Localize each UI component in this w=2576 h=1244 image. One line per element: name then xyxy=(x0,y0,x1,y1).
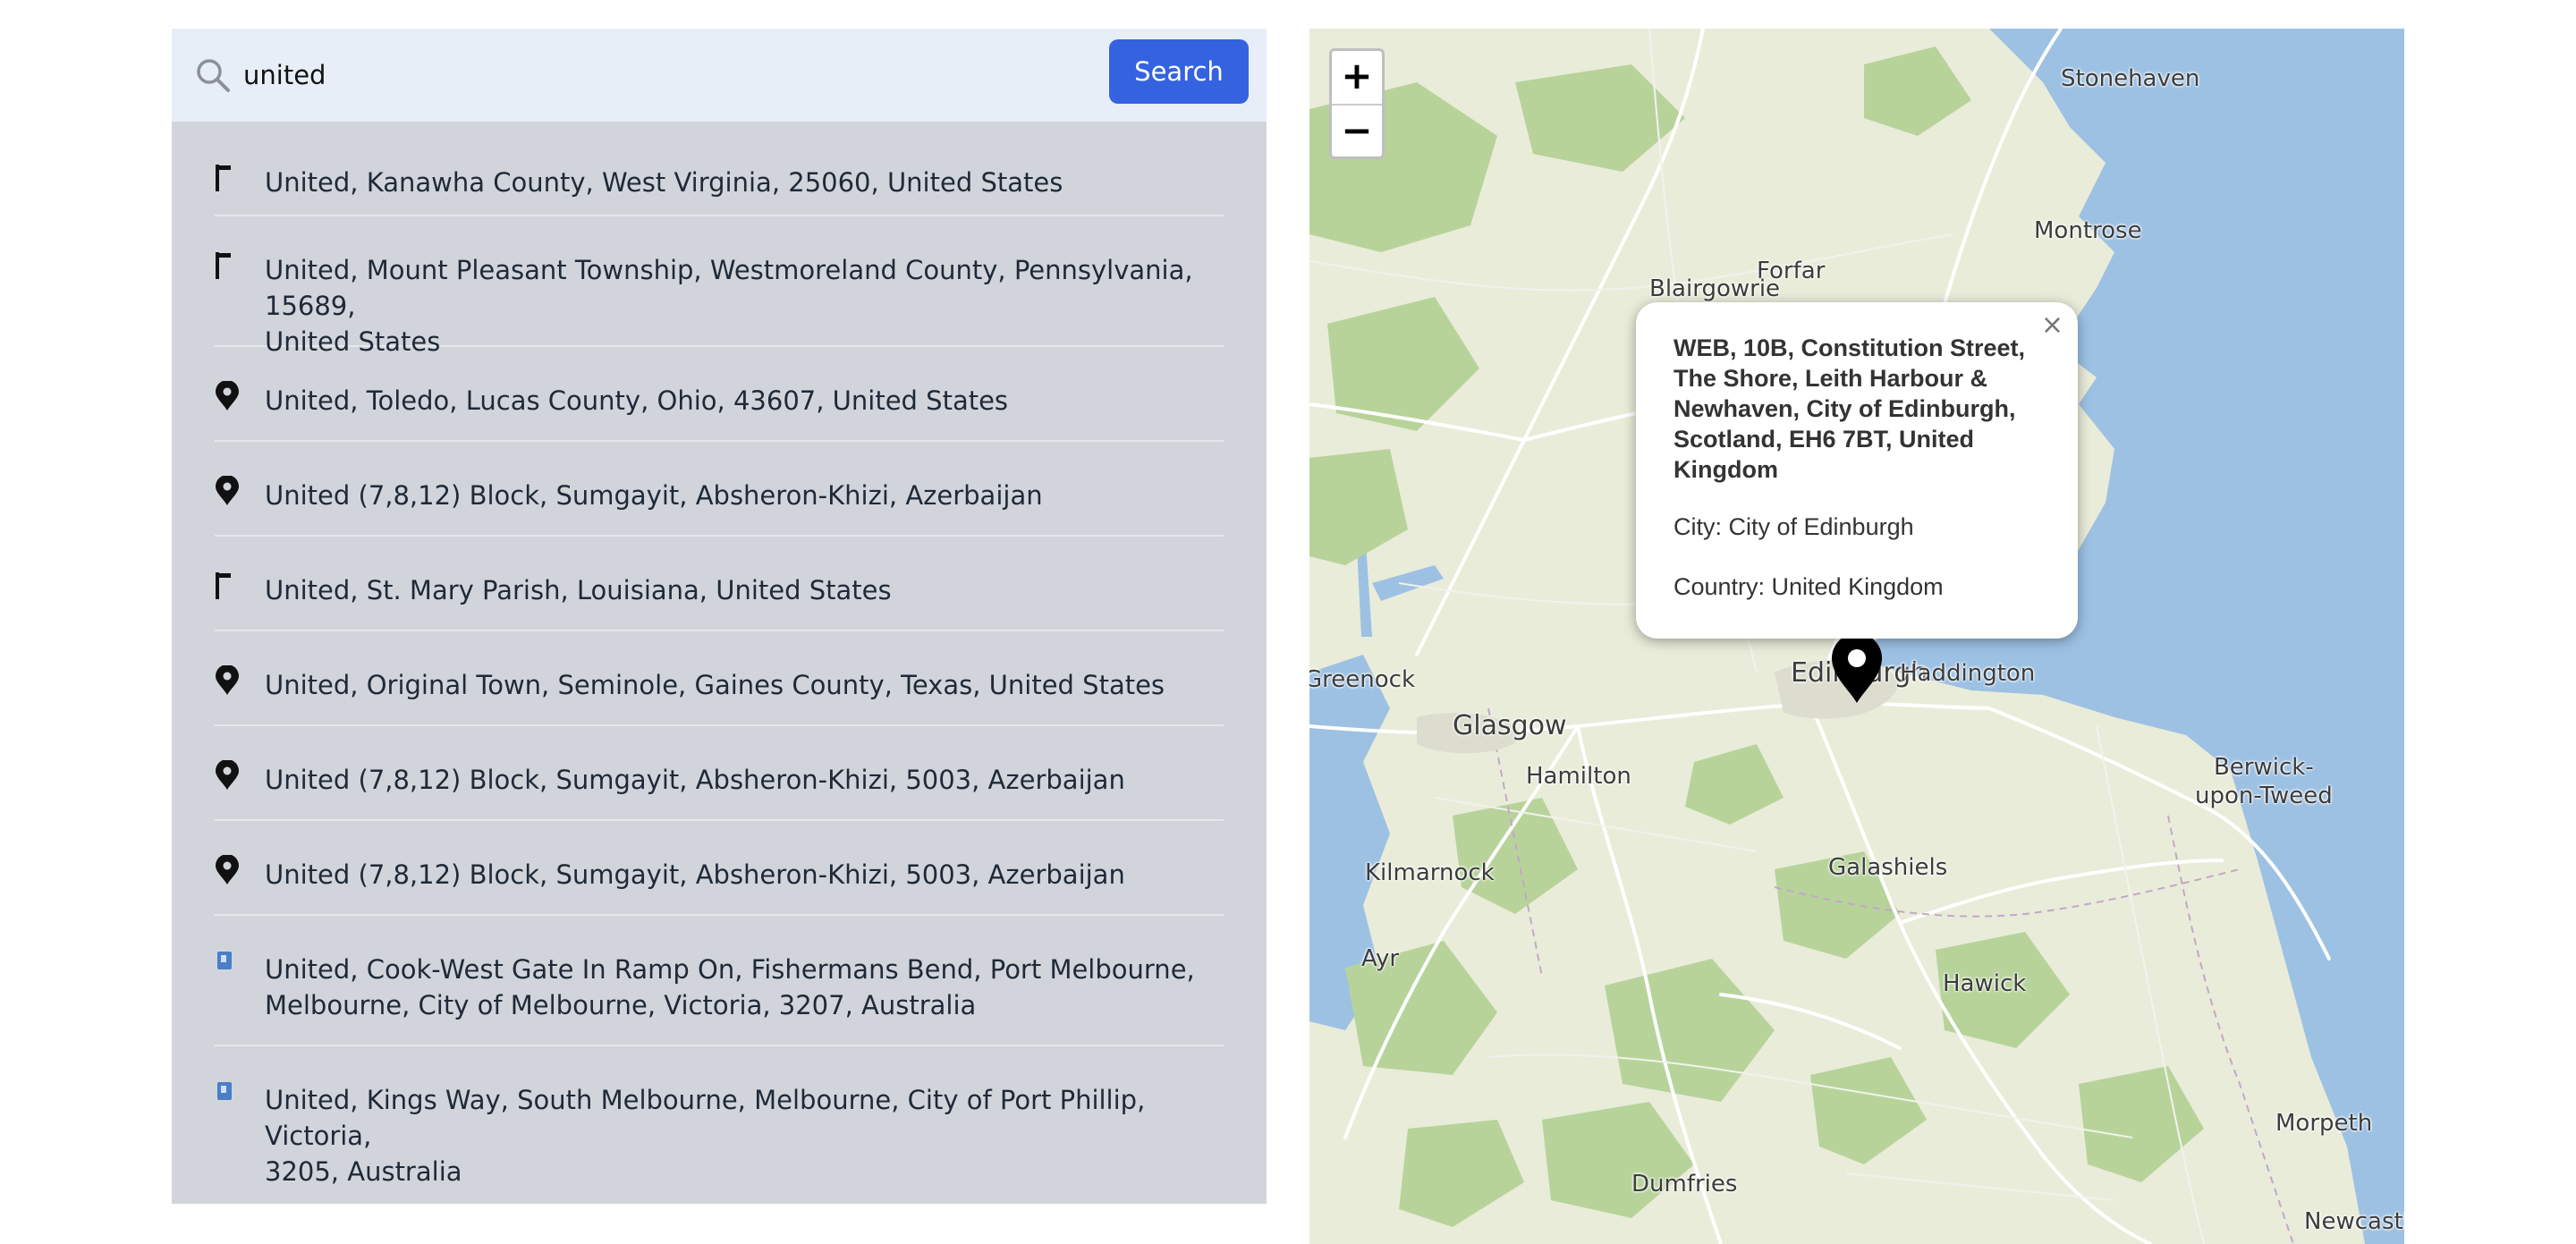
map-pin-icon xyxy=(215,380,240,415)
parking-icon xyxy=(215,1080,234,1105)
map-pin-icon xyxy=(215,759,240,794)
result-item[interactable]: United, Kanawha County, West Virginia, 2… xyxy=(215,122,1224,216)
result-item[interactable]: United (7,8,12) Block, Sumgayit, Abshero… xyxy=(215,726,1224,821)
place-label: Montrose xyxy=(2034,217,2142,244)
result-text: United, Kings Way, South Melbourne, Melb… xyxy=(265,1085,1146,1187)
map-pin-icon xyxy=(215,475,240,510)
map[interactable]: StonehavenMontroseForfarBlairgowrieEdinb… xyxy=(1309,29,2404,1244)
search-button[interactable]: Search xyxy=(1109,39,1249,104)
place-label: Dumfries xyxy=(1631,1171,1738,1197)
result-item[interactable]: United, Toledo, Lucas County, Ohio, 4360… xyxy=(215,347,1224,442)
search-input[interactable] xyxy=(243,48,1138,102)
place-label: Morpeth xyxy=(2275,1110,2373,1137)
zoom-out-button[interactable]: − xyxy=(1332,106,1382,158)
map-pin-icon xyxy=(215,854,240,889)
result-text: United, Mount Pleasant Township, Westmor… xyxy=(265,255,1193,357)
result-item[interactable]: United (7,8,12) Block, Sumgayit, Abshero… xyxy=(215,821,1224,916)
result-item[interactable]: United, Mount Pleasant Township, Westmor… xyxy=(215,216,1224,357)
result-text: United (7,8,12) Block, Sumgayit, Abshero… xyxy=(265,480,1043,511)
map-marker-icon[interactable] xyxy=(1830,633,1884,705)
results-list: United, Kanawha County, West Virginia, 2… xyxy=(215,122,1224,1191)
location-popup: × WEB, 10B, Constitution Street, The Sho… xyxy=(1636,302,2078,639)
result-item[interactable]: United, Original Town, Seminole, Gaines … xyxy=(215,631,1224,726)
place-label: Stonehaven xyxy=(2061,65,2200,92)
parking-icon xyxy=(215,950,234,975)
popup-country: Country: United Kingdom xyxy=(1674,573,1944,600)
search-icon xyxy=(197,59,230,92)
result-text: United, Toledo, Lucas County, Ohio, 4360… xyxy=(265,385,1009,416)
result-item[interactable]: United, Kings Way, South Melbourne, Melb… xyxy=(215,1046,1224,1191)
place-label: Newcastl xyxy=(2304,1208,2404,1235)
popup-title: WEB, 10B, Constitution Street, The Shore… xyxy=(1674,334,2026,483)
result-item[interactable]: United, Cook-West Gate In Ramp On, Fishe… xyxy=(215,916,1224,1046)
place-label: Haddington xyxy=(1900,660,2036,687)
popup-city: City: City of Edinburgh xyxy=(1674,513,1914,540)
place-label: Berwick- upon-Tweed xyxy=(2195,754,2333,809)
search-bar: Search xyxy=(172,29,1267,122)
place-label: Hawick xyxy=(1943,970,2027,997)
result-item[interactable]: United (7,8,12) Block, Sumgayit, Abshero… xyxy=(215,442,1224,537)
result-text: United, Original Town, Seminole, Gaines … xyxy=(265,670,1165,700)
result-text: United, Cook-West Gate In Ramp On, Fishe… xyxy=(265,954,1195,1020)
place-label: Hamilton xyxy=(1526,763,1631,790)
zoom-in-button[interactable]: + xyxy=(1332,51,1382,106)
flag-icon xyxy=(215,571,234,605)
search-panel: Search United, Kanawha County, West Virg… xyxy=(172,29,1267,1204)
place-label: Greenock xyxy=(1309,666,1415,693)
loch-tay xyxy=(1372,565,1444,601)
place-label: Glasgow xyxy=(1453,710,1567,741)
place-label: Blairgowrie xyxy=(1649,275,1781,302)
result-text: United (7,8,12) Block, Sumgayit, Abshero… xyxy=(265,765,1125,795)
place-label: Ayr xyxy=(1361,945,1400,972)
zoom-control: + − xyxy=(1329,48,1385,159)
flag-icon xyxy=(215,250,234,284)
flag-icon xyxy=(215,163,234,197)
result-text: United, Kanawha County, West Virginia, 2… xyxy=(265,167,1063,198)
result-text: United (7,8,12) Block, Sumgayit, Abshero… xyxy=(265,859,1125,890)
result-text: United, St. Mary Parish, Louisiana, Unit… xyxy=(265,575,892,605)
popup-body: WEB, 10B, Constitution Street, The Shore… xyxy=(1674,333,2049,631)
place-label: Galashiels xyxy=(1828,854,1948,881)
result-item[interactable]: United, St. Mary Parish, Louisiana, Unit… xyxy=(215,537,1224,631)
map-pin-icon xyxy=(215,664,240,699)
page: Search United, Kanawha County, West Virg… xyxy=(0,0,2576,1244)
place-label: Kilmarnock xyxy=(1365,859,1495,886)
